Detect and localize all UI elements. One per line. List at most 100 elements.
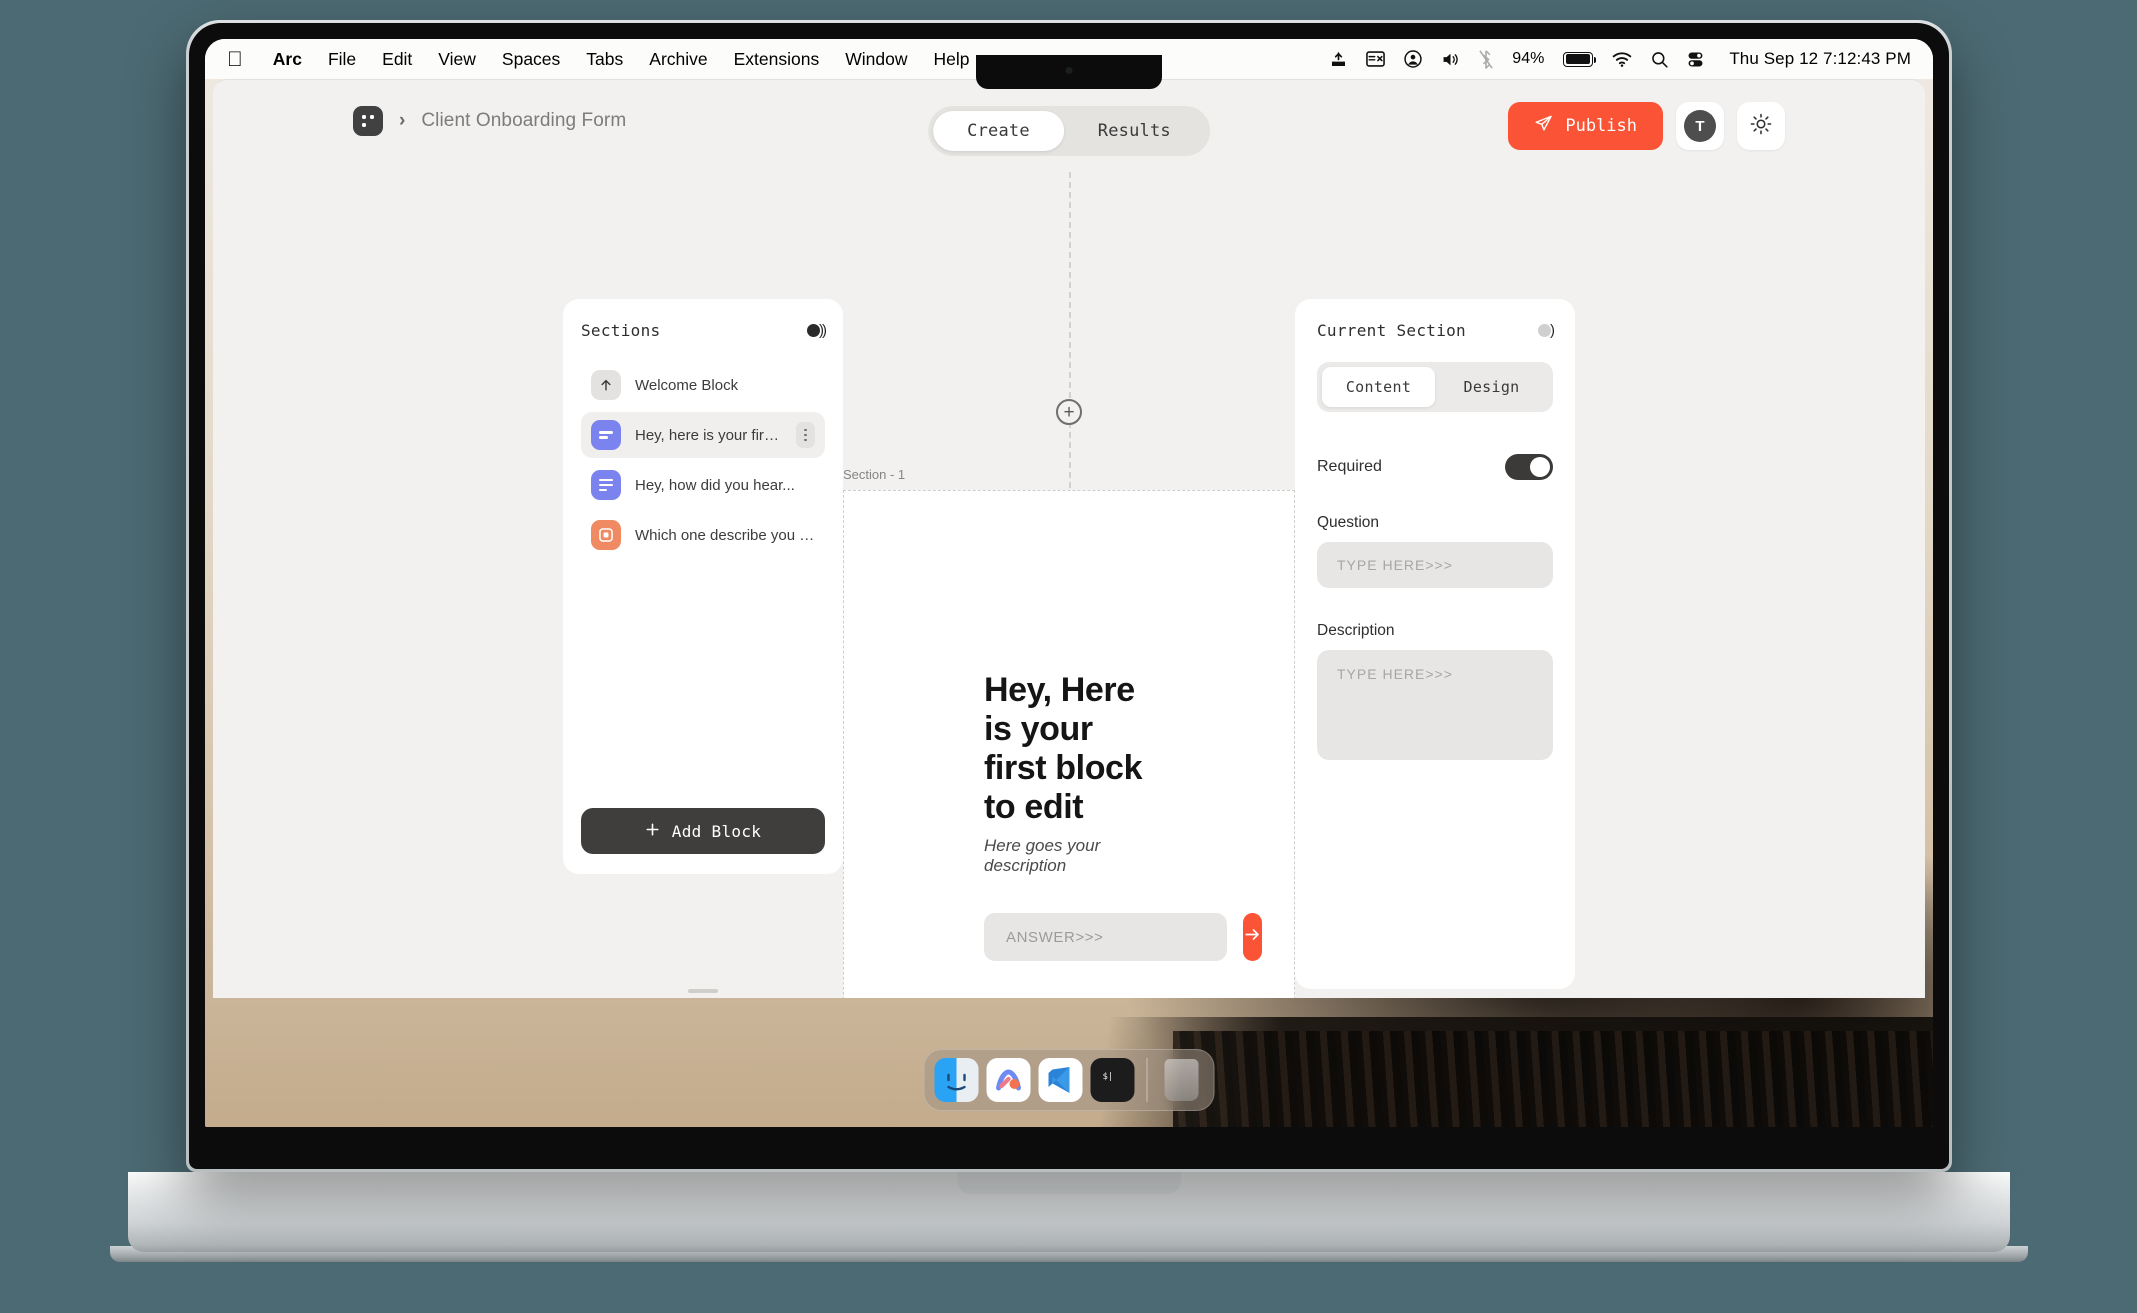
bluetooth-off-icon[interactable]: [1479, 49, 1493, 69]
desktop:  Arc File Edit View Spaces Tabs Archive…: [205, 39, 1933, 1127]
menubar-item-extensions[interactable]: Extensions: [734, 49, 820, 70]
control-center-icon[interactable]: [1687, 51, 1704, 68]
required-row: Required: [1317, 454, 1553, 480]
menubar-item-archive[interactable]: Archive: [649, 49, 707, 70]
laptop-base: [128, 1172, 2010, 1252]
panel-drag-handle[interactable]: [563, 977, 843, 998]
short-text-block-icon: [591, 420, 621, 450]
menubar-clock[interactable]: Thu Sep 12 7:12:43 PM: [1729, 49, 1911, 69]
finder-icon[interactable]: [934, 1058, 979, 1102]
required-toggle[interactable]: [1505, 454, 1553, 480]
screen:  Arc File Edit View Spaces Tabs Archive…: [205, 39, 1933, 1127]
apple-icon[interactable]: : [227, 49, 243, 70]
required-label: Required: [1317, 458, 1382, 475]
plus-icon: [645, 822, 660, 841]
app-topbar: › Client Onboarding Form Create Results: [213, 80, 1925, 172]
vscode-icon[interactable]: [1038, 1058, 1083, 1102]
dock: $|: [923, 1049, 1215, 1111]
laptop-mockup:  Arc File Edit View Spaces Tabs Archive…: [0, 0, 2137, 1313]
tab-create[interactable]: Create: [933, 111, 1064, 151]
sections-panel: Sections )) Welcome Block Hey, here is y…: [563, 299, 843, 874]
sections-title: Sections: [581, 321, 661, 340]
add-block-label: Add Block: [671, 821, 762, 841]
block-title[interactable]: Hey, Here is your first block to edit: [984, 671, 1154, 827]
multiple-choice-icon: [591, 520, 621, 550]
search-icon[interactable]: [1651, 51, 1668, 68]
screen-mirroring-icon[interactable]: [1366, 51, 1386, 67]
publish-button[interactable]: Publish: [1508, 102, 1663, 150]
list-item-label: Which one describe you the...: [635, 526, 815, 544]
answer-input[interactable]: [984, 913, 1227, 961]
battery-icon[interactable]: [1563, 51, 1597, 67]
tab-results[interactable]: Results: [1064, 111, 1205, 151]
avatar[interactable]: T: [1676, 102, 1724, 150]
list-item[interactable]: Welcome Block: [581, 362, 825, 408]
list-item-more-icon[interactable]: [795, 422, 815, 448]
block-content: Hey, Here is your first block to edit He…: [844, 671, 1294, 961]
properties-tabs: Content Design: [1317, 362, 1553, 412]
laptop-bezel:  Arc File Edit View Spaces Tabs Archive…: [189, 23, 1949, 1169]
list-item-label: Hey, here is your first bl...: [635, 426, 782, 444]
long-text-block-icon: [591, 470, 621, 500]
section-label: Section - 1: [843, 467, 906, 482]
terminal-icon[interactable]: $|: [1090, 1058, 1135, 1102]
view-mode-tabs: Create Results: [928, 106, 1210, 156]
description-input[interactable]: [1317, 650, 1553, 760]
tab-design[interactable]: Design: [1435, 367, 1548, 407]
send-icon: [1534, 114, 1553, 138]
breadcrumb-form-name[interactable]: Client Onboarding Form: [421, 110, 626, 132]
menubar-item-edit[interactable]: Edit: [382, 49, 412, 70]
question-label: Question: [1317, 514, 1380, 531]
menubar-item-window[interactable]: Window: [845, 49, 907, 70]
menubar-item-arc[interactable]: Arc: [273, 49, 302, 70]
form-canvas: + Section - 1 Hey, Here is your first bl…: [843, 172, 1295, 998]
sun-icon: [1750, 113, 1772, 140]
menubar-item-help[interactable]: Help: [933, 49, 969, 70]
add-block-button[interactable]: Add Block: [581, 808, 825, 854]
airdrop-icon[interactable]: [1330, 51, 1347, 68]
publish-label: Publish: [1565, 116, 1637, 136]
trash-icon[interactable]: [1160, 1058, 1204, 1102]
sections-panel-header: Sections )): [581, 321, 827, 340]
user-account-icon[interactable]: [1404, 50, 1422, 68]
list-item[interactable]: Which one describe you the...: [581, 512, 825, 558]
menubar-item-tabs[interactable]: Tabs: [586, 49, 623, 70]
current-section-title: Current Section: [1317, 321, 1466, 340]
tab-content[interactable]: Content: [1322, 367, 1435, 407]
description-label: Description: [1317, 622, 1395, 639]
menubar-items:  Arc File Edit View Spaces Tabs Archive…: [227, 49, 969, 70]
submit-answer-button[interactable]: [1243, 913, 1262, 961]
app-logo-icon[interactable]: [353, 106, 383, 136]
add-section-above-button[interactable]: +: [1056, 399, 1082, 425]
list-item[interactable]: Hey, here is your first bl...: [581, 412, 825, 458]
list-item[interactable]: Hey, how did you hear...: [581, 462, 825, 508]
list-item-label: Hey, how did you hear...: [635, 476, 795, 494]
avatar-initial: T: [1684, 110, 1716, 142]
sections-collapse-toggle-icon[interactable]: )): [807, 322, 827, 339]
dock-separator: [1146, 1058, 1148, 1102]
arc-browser-icon[interactable]: [986, 1058, 1031, 1102]
properties-panel: Current Section ) Content Design Require…: [1295, 299, 1575, 989]
menubar-item-file[interactable]: File: [328, 49, 356, 70]
properties-collapse-toggle-icon[interactable]: ): [1538, 322, 1555, 339]
list-item-label: Welcome Block: [635, 376, 739, 394]
arrow-up-icon: [591, 370, 621, 400]
breadcrumb: › Client Onboarding Form: [353, 106, 626, 136]
menubar-item-view[interactable]: View: [438, 49, 476, 70]
display-notch: [976, 55, 1162, 89]
properties-panel-header: Current Section ): [1317, 321, 1555, 340]
chevron-right-icon: ›: [399, 110, 406, 131]
svg-text:$|: $|: [1103, 1072, 1114, 1082]
battery-percentage: 94%: [1512, 50, 1545, 67]
menubar-item-spaces[interactable]: Spaces: [502, 49, 560, 70]
app-window: › Client Onboarding Form Create Results: [213, 79, 1925, 998]
block-description[interactable]: Here goes your description: [984, 836, 1154, 876]
wifi-icon[interactable]: [1612, 51, 1632, 67]
question-input[interactable]: [1317, 542, 1553, 588]
theme-toggle-button[interactable]: [1737, 102, 1785, 150]
app-body: Sections )) Welcome Block Hey, here is y…: [213, 172, 1925, 998]
volume-icon[interactable]: [1441, 51, 1460, 68]
block-preview-card[interactable]: Hey, Here is your first block to edit He…: [843, 490, 1295, 998]
wallpaper-rocks-detail: [1172, 1031, 1933, 1127]
laptop-lid:  Arc File Edit View Spaces Tabs Archive…: [186, 20, 1952, 1172]
